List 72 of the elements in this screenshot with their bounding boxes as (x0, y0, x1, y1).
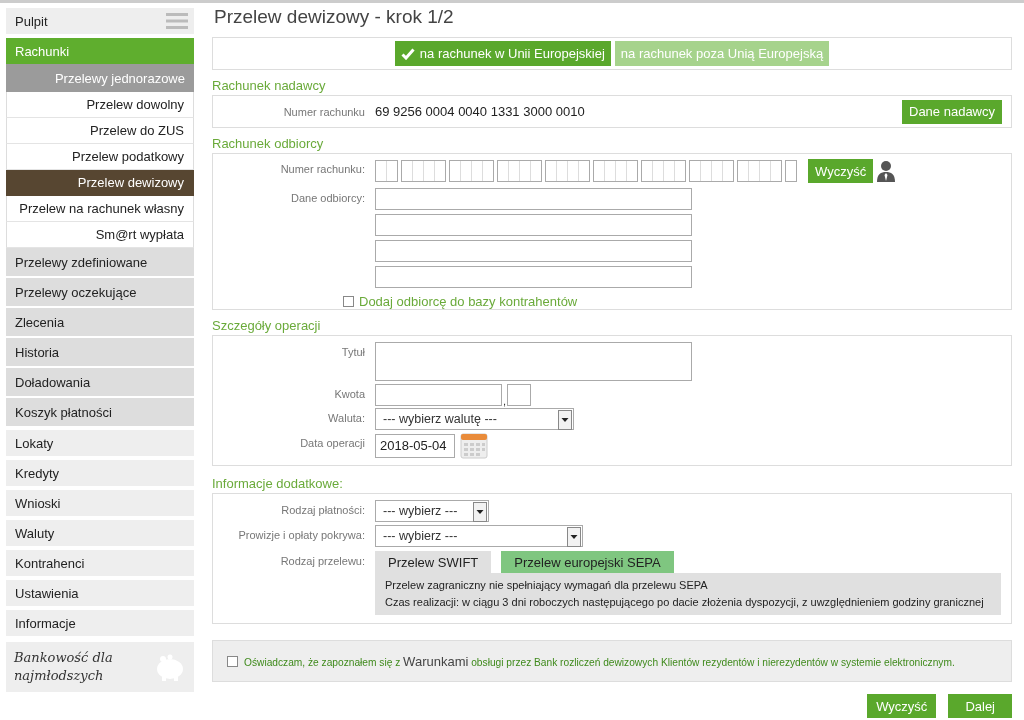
account-number-field[interactable] (689, 160, 734, 182)
section-heading: Informacje dodatkowe: (212, 476, 344, 491)
info-text: Czas realizacji: w ciągu 3 dni roboczych następującego po dacie złożenia dyspozycji, z uwzględnieniem godziny granicznej (385, 595, 985, 610)
dropdown[interactable]: --- wybierz --- (375, 500, 489, 522)
menu-icon[interactable] (166, 12, 188, 30)
field-label: Numer rachunku: (279, 162, 365, 175)
sidebar-item[interactable]: Informacje (6, 610, 194, 636)
input-field[interactable] (375, 384, 502, 406)
field-label: Kwota (333, 387, 365, 400)
account-number: 69 9256 0004 0040 1331 3000 0010 (375, 104, 586, 119)
sidebar-item[interactable]: Waluty (6, 520, 194, 546)
checkbox[interactable] (227, 655, 238, 667)
dropdown[interactable]: --- wybierz walutę --- (375, 408, 574, 430)
sidebar-item[interactable]: Przelew na rachunek własny (6, 196, 194, 222)
dropdown[interactable]: --- wybierz --- (375, 525, 583, 547)
text-area[interactable] (375, 342, 692, 381)
input-field[interactable] (375, 214, 692, 236)
sidebar-item[interactable]: Sm@rt wypłata (6, 222, 194, 248)
sidebar-item[interactable]: Przelewy oczekujące (6, 278, 194, 306)
sidebar-item[interactable]: Kredyty (6, 460, 194, 486)
section-heading: Szczegóły operacji (212, 318, 322, 333)
input-field[interactable] (375, 240, 692, 262)
info-text: Przelew zagraniczny nie spełniający wymagań dla przelewu SEPA (385, 578, 709, 593)
section-heading: Rachunek odbiorcy (212, 136, 325, 151)
date-field[interactable]: 2018-05-04 (375, 434, 455, 458)
account-number-field[interactable] (641, 160, 686, 182)
sidebar-item[interactable]: Przelew podatkowy (6, 144, 194, 170)
tab[interactable]: Przelew europejski SEPA (501, 551, 674, 573)
input-field[interactable] (507, 384, 532, 406)
account-number-field[interactable] (449, 160, 494, 182)
promo-banner[interactable]: Bankowość dla najmłodszych (6, 642, 194, 692)
consent-text: Oświadczam, że zapoznałem się z Warunkami obsługi przez Bank rozliczeń dewizowych Klientów rezydentów i nierezydentów w systemie elektronicznym. (244, 653, 955, 669)
checkbox[interactable] (343, 296, 354, 307)
field-label: Rodzaj przelewu: (279, 554, 365, 567)
input-field[interactable] (375, 188, 692, 210)
account-number-field[interactable] (785, 160, 797, 182)
promo-text: Bankowość dla najmłodszych (14, 649, 114, 685)
section-heading: Rachunek nadawcy (212, 78, 327, 93)
sidebar-item[interactable]: Kontrahenci (6, 550, 194, 576)
sidebar-item[interactable]: Koszyk płatności (6, 398, 194, 426)
terms-link[interactable]: Warunkami (403, 653, 469, 669)
field-label: Prowizje i opłaty pokrywa: (237, 528, 365, 541)
account-number-field[interactable] (593, 160, 638, 182)
decimal-separator: , (503, 396, 507, 406)
field-label: Dane odbiorcy: (290, 191, 365, 204)
account-number-field[interactable] (401, 160, 446, 182)
account-number-field[interactable] (497, 160, 542, 182)
field-label: Numer rachunku (282, 105, 365, 118)
account-number-field[interactable] (545, 160, 590, 182)
tab[interactable]: Przelew SWIFT (375, 551, 492, 573)
sidebar-item[interactable]: Wnioski (6, 490, 194, 516)
contact-person-icon[interactable] (876, 160, 897, 182)
sidebar-item[interactable]: Przelewy zdefiniowane (6, 248, 194, 276)
sidebar-item[interactable]: Przelew dewizowy (6, 170, 194, 196)
checkbox-label: Dodaj odbiorcę do bazy kontrahentów (359, 294, 578, 309)
sidebar-item[interactable]: Lokaty (6, 430, 194, 456)
check-icon (400, 47, 415, 60)
account-number-field[interactable] (375, 160, 398, 182)
field-label: Tytuł (340, 345, 365, 358)
page-title: Przelew dewizowy - krok 1/2 (214, 6, 455, 28)
field-label: Rodzaj płatności: (280, 503, 365, 516)
sidebar-item[interactable]: Przelew dowolny (6, 92, 194, 118)
sidebar-item[interactable]: Ustawienia (6, 580, 194, 606)
sidebar-item[interactable]: Zlecenia (6, 308, 194, 336)
account-number-field[interactable] (737, 160, 782, 182)
sidebar-item[interactable]: Doładowania (6, 368, 194, 396)
field-label: Waluta: (327, 411, 365, 424)
field-label: Data operacji (299, 436, 365, 449)
input-field[interactable] (375, 266, 692, 288)
sidebar-item[interactable]: Historia (6, 338, 194, 366)
sidebar-item[interactable]: Przelew do ZUS (6, 118, 194, 144)
calendar-icon[interactable] (460, 433, 488, 459)
